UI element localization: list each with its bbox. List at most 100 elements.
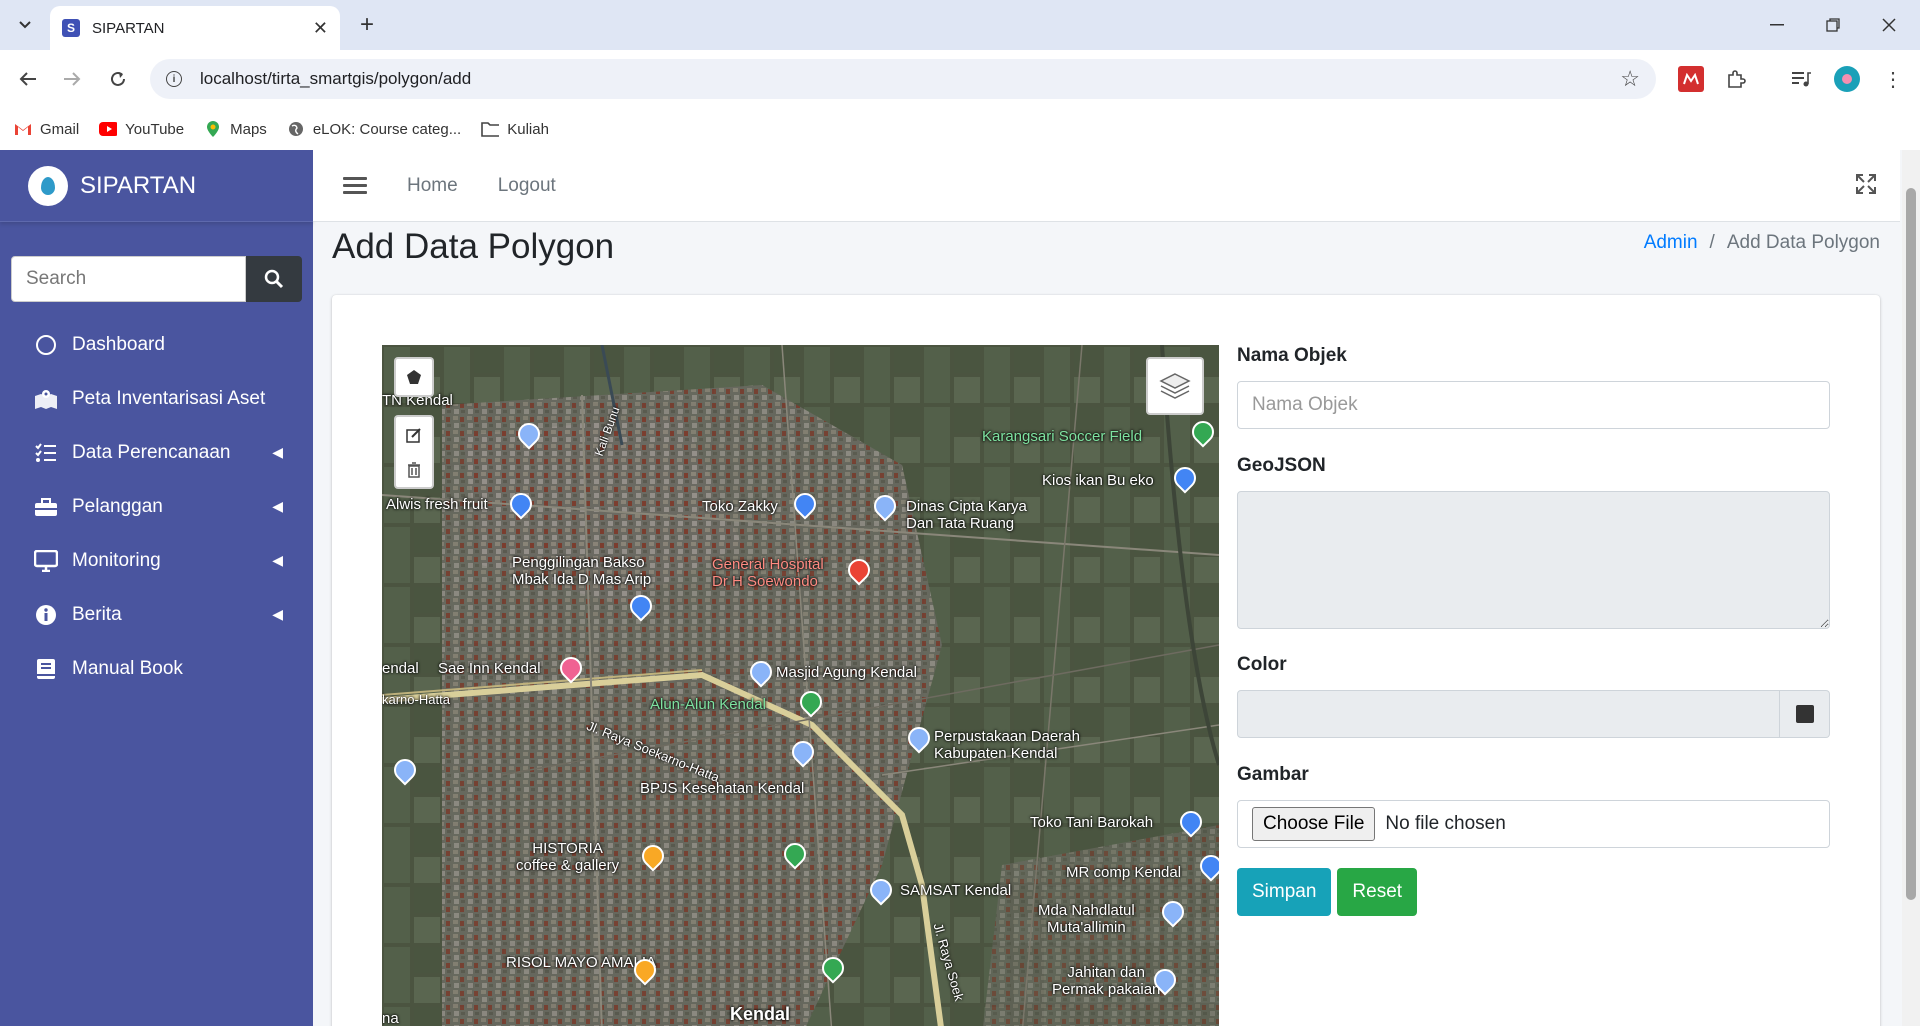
gambar-label: Gambar (1237, 764, 1309, 785)
tab-close-icon[interactable]: ✕ (313, 18, 328, 39)
extension-mendeley-icon[interactable] (1678, 66, 1704, 92)
browser-menu-icon[interactable]: ⋮ (1880, 66, 1906, 92)
bookmark-star-icon[interactable]: ☆ (1620, 66, 1640, 92)
draw-polygon-button[interactable] (394, 357, 434, 397)
restore-icon (1826, 18, 1840, 32)
map-label: Mda Nahdlatul Muta'allimin (1038, 902, 1135, 936)
list-check-icon (34, 441, 58, 465)
brand[interactable]: SIPARTAN (0, 150, 313, 222)
bookmark-youtube[interactable]: YouTube (99, 121, 184, 138)
map-label: Sae Inn Kendal (438, 660, 541, 677)
site-info-icon[interactable]: i (166, 71, 182, 87)
hamburger-menu-icon[interactable] (343, 177, 367, 194)
sidebar-item-label: Peta Inventarisasi Aset (72, 388, 266, 409)
puzzle-icon (1728, 70, 1746, 88)
sidebar-item-perencanaan[interactable]: Data Perencanaan ◀ (0, 426, 313, 480)
top-navbar: Home Logout (313, 150, 1900, 222)
sidebar-item-pelanggan[interactable]: Pelanggan ◀ (0, 480, 313, 534)
sidebar-item-monitoring[interactable]: Monitoring ◀ (0, 534, 313, 588)
reload-button[interactable] (102, 63, 134, 95)
desktop-icon (34, 549, 58, 573)
back-button[interactable] (12, 63, 44, 95)
bookmark-label: Maps (230, 120, 267, 138)
folder-icon (481, 121, 500, 137)
bookmarks-bar: Gmail YouTube Maps eLOK: Course categ...… (0, 108, 1920, 150)
close-icon (1882, 18, 1896, 32)
geojson-textarea[interactable] (1237, 491, 1830, 629)
sidebar-item-dashboard[interactable]: Dashboard (0, 318, 313, 372)
browser-tab[interactable]: S SIPARTAN ✕ (50, 6, 340, 50)
scrollbar-thumb[interactable] (1906, 188, 1916, 900)
sidebar-item-peta[interactable]: Peta Inventarisasi Aset (0, 372, 313, 426)
chevron-left-icon: ◀ (272, 552, 283, 568)
nav-home-link[interactable]: Home (407, 175, 458, 197)
choose-file-button[interactable]: Choose File (1252, 807, 1376, 841)
playlist-icon (1792, 72, 1811, 87)
url-text[interactable]: localhost/tirta_smartgis/polygon/add (200, 69, 1620, 89)
page-title: Add Data Polygon (332, 227, 615, 266)
simpan-button[interactable]: Simpan (1237, 868, 1332, 916)
sidebar-search-button[interactable] (246, 256, 302, 302)
browser-toolbar: i localhost/tirta_smartgis/polygon/add ☆… (0, 50, 1920, 108)
nav-logout-link[interactable]: Logout (498, 175, 556, 197)
map-marked-icon (34, 387, 58, 411)
book-icon (34, 657, 58, 681)
color-swatch-icon[interactable] (1780, 690, 1830, 738)
minimize-button[interactable] (1754, 8, 1800, 42)
media-control-button[interactable] (1788, 66, 1814, 92)
new-tab-button[interactable]: + (352, 10, 382, 40)
profile-avatar[interactable] (1834, 66, 1860, 92)
map-label: Alwis fresh fruit (386, 496, 488, 513)
layers-button[interactable] (1146, 357, 1204, 415)
reset-button[interactable]: Reset (1337, 868, 1418, 916)
chevron-left-icon: ◀ (272, 606, 283, 622)
sidebar-nav: Dashboard Peta Inventarisasi Aset Data P… (0, 318, 313, 696)
nama-objek-label: Nama Objek (1237, 345, 1347, 366)
breadcrumb-separator: / (1709, 232, 1715, 253)
reload-icon (111, 71, 125, 86)
chevron-down-icon (19, 21, 31, 29)
restore-button[interactable] (1810, 8, 1856, 42)
circle-icon (34, 333, 58, 357)
web-page: SIPARTAN Dashboard Peta Inventarisasi As… (0, 150, 1920, 1026)
fullscreen-icon[interactable] (1856, 174, 1876, 200)
map-label: HISTORIA coffee & gallery (516, 840, 620, 874)
trash-icon[interactable] (407, 461, 421, 478)
sipartan-favicon-icon: S (62, 19, 80, 37)
bookmark-elok[interactable]: eLOK: Course categ... (287, 121, 461, 138)
map-label: Toko Zakky (702, 498, 778, 515)
map-label: Kios ikan Bu eko (1042, 472, 1154, 489)
edit-icon[interactable] (406, 427, 422, 443)
sidebar-item-manual-book[interactable]: Manual Book (0, 642, 313, 696)
nama-objek-input[interactable] (1237, 381, 1830, 429)
mendeley-icon (1683, 73, 1699, 85)
forward-button[interactable] (56, 63, 88, 95)
gambar-file-input[interactable]: Choose File No file chosen (1237, 800, 1830, 848)
sidebar-search-input[interactable] (11, 256, 246, 302)
map-label: Penggilingan Bakso Mbak Ida D Mas Arip (512, 554, 652, 588)
color-picker[interactable] (1237, 690, 1830, 738)
bookmark-maps[interactable]: Maps (204, 121, 267, 138)
search-icon (264, 269, 284, 289)
polygon-form: Nama Objek GeoJSON Color Gambar Choose F… (1237, 345, 1830, 916)
toolbox-icon (34, 495, 58, 519)
polygon-icon (407, 370, 421, 384)
bookmark-gmail[interactable]: Gmail (14, 121, 79, 138)
bookmark-kuliah[interactable]: Kuliah (481, 121, 549, 138)
breadcrumb-admin-link[interactable]: Admin (1644, 232, 1698, 253)
color-label: Color (1237, 654, 1287, 675)
sidebar-item-label: Manual Book (72, 658, 183, 679)
page-scrollbar[interactable] (1902, 150, 1920, 1026)
tab-search-button[interactable] (10, 10, 40, 40)
map-label: karno-Hatta (382, 692, 450, 707)
close-window-button[interactable] (1866, 8, 1912, 42)
extensions-button[interactable] (1723, 66, 1749, 92)
color-input[interactable] (1237, 690, 1780, 738)
map-label: Masjid Agung Kendal (776, 664, 917, 681)
sidebar-item-berita[interactable]: Berita ◀ (0, 588, 313, 642)
breadcrumb: Admin / Add Data Polygon (1644, 232, 1880, 254)
sidebar-item-label: Berita (72, 604, 122, 625)
chevron-left-icon: ◀ (272, 444, 283, 460)
map-canvas[interactable]: TN Kendal Kali Bunu Karangsari Soccer Fi… (382, 345, 1219, 1026)
address-bar[interactable]: i localhost/tirta_smartgis/polygon/add ☆ (150, 59, 1656, 99)
